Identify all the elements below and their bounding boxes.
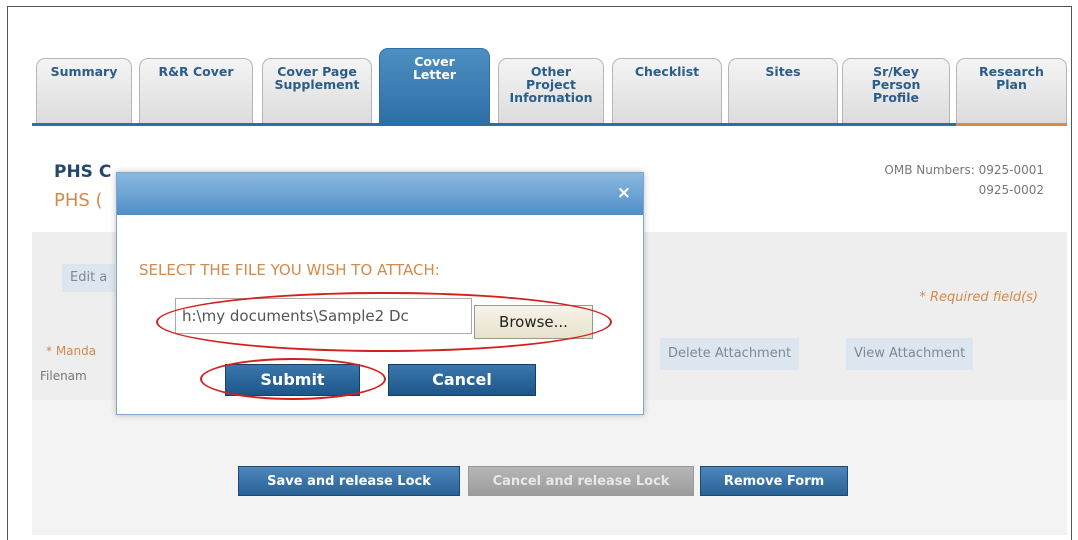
page-title: PHS C bbox=[54, 162, 112, 182]
tab-cover-letter[interactable]: Cover Letter bbox=[379, 48, 490, 125]
tab-cover-page-supplement[interactable]: Cover Page Supplement bbox=[262, 58, 372, 123]
cancel-and-release-lock-button: Cancel and release Lock bbox=[468, 466, 694, 496]
submit-button[interactable]: Submit bbox=[225, 364, 360, 396]
tab-summary[interactable]: Summary bbox=[36, 58, 132, 123]
file-path-input[interactable]: h:\my documents\Sample2 Dc bbox=[175, 298, 472, 334]
delete-attachment-button[interactable]: Delete Attachment bbox=[660, 338, 800, 370]
tab-label: Checklist bbox=[634, 64, 700, 79]
edit-attachment-button[interactable]: Edit a bbox=[62, 264, 116, 292]
tab-sites[interactable]: Sites bbox=[728, 58, 838, 123]
cancel-button[interactable]: Cancel bbox=[388, 364, 536, 396]
tab-label: Cover Page Supplement bbox=[274, 64, 360, 92]
browse-button[interactable]: Browse... bbox=[474, 305, 593, 339]
tab-label: Sr/Key Person Profile bbox=[871, 64, 921, 105]
page-subtitle: PHS ( bbox=[54, 190, 103, 211]
dialog-title: SELECT THE FILE YOU WISH TO ATTACH: bbox=[139, 261, 440, 279]
omb-number-2: 0925-0002 bbox=[978, 183, 1044, 197]
close-icon[interactable]: × bbox=[617, 183, 631, 203]
tab-research-plan[interactable]: Research Plan bbox=[956, 58, 1067, 123]
tab-rr-cover[interactable]: R&R Cover bbox=[139, 58, 253, 123]
dialog-titlebar: × bbox=[117, 173, 643, 215]
tab-checklist[interactable]: Checklist bbox=[612, 58, 722, 123]
required-fields-note: * Required field(s) bbox=[919, 290, 1038, 305]
filename-label: Filenam bbox=[40, 369, 87, 383]
omb-number-1: OMB Numbers: 0925-0001 bbox=[884, 163, 1044, 177]
mandatory-label: * Manda bbox=[46, 344, 97, 358]
tab-underline bbox=[32, 123, 1067, 126]
remove-form-button[interactable]: Remove Form bbox=[700, 466, 848, 496]
tab-label: Cover Letter bbox=[412, 54, 457, 82]
view-attachment-button[interactable]: View Attachment bbox=[846, 338, 974, 370]
tab-label: Summary bbox=[50, 64, 118, 79]
save-and-release-lock-button[interactable]: Save and release Lock bbox=[238, 466, 460, 496]
tab-label: Other Project Information bbox=[509, 64, 593, 105]
attach-file-dialog: × SELECT THE FILE YOU WISH TO ATTACH: h:… bbox=[116, 172, 644, 415]
tab-other-project-information[interactable]: Other Project Information bbox=[498, 58, 604, 123]
tab-underline-accent bbox=[956, 123, 1067, 126]
omb-numbers: OMB Numbers: 0925-0001 0925-0002 bbox=[884, 160, 1044, 200]
tab-label: Sites bbox=[765, 64, 801, 79]
tab-label: Research Plan bbox=[979, 64, 1044, 92]
tab-label: R&R Cover bbox=[158, 64, 234, 79]
tab-sr-key-person-profile[interactable]: Sr/Key Person Profile bbox=[842, 58, 950, 123]
